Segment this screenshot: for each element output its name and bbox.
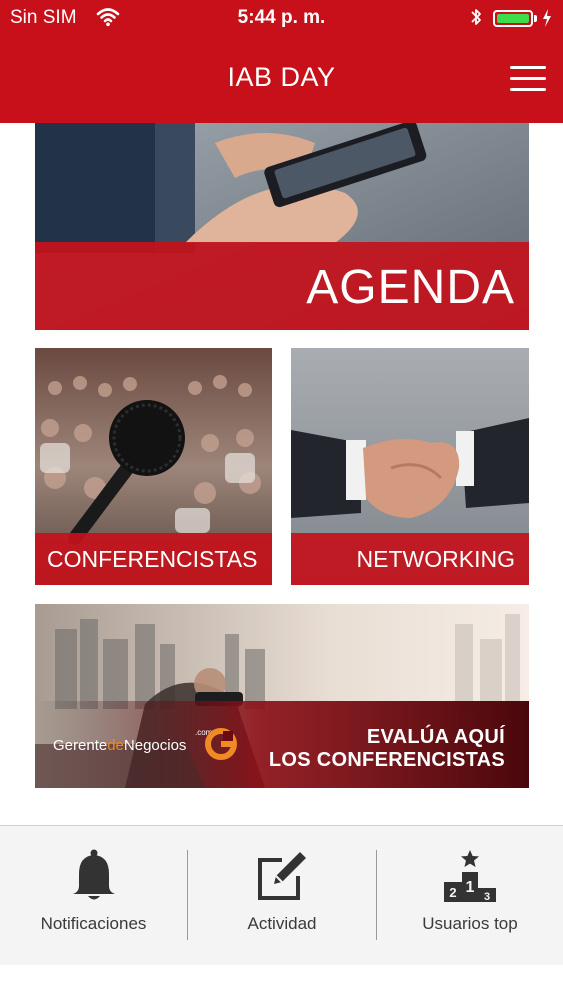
networking-banner: NETWORKING: [291, 533, 529, 585]
networking-label: NETWORKING: [356, 546, 515, 572]
page-title: IAB DAY: [227, 62, 336, 92]
battery-fill: [497, 14, 529, 23]
svg-text:3: 3: [484, 891, 490, 903]
bottom-tab-bar: Notificaciones Actividad 1 2 3 Usuarios …: [0, 825, 563, 965]
evalua-line2: LOS CONFERENCISTAS: [268, 749, 505, 771]
battery-tip: [534, 15, 537, 22]
conferencistas-tile[interactable]: CONFERENCISTAS: [35, 348, 272, 585]
tab-notificaciones[interactable]: Notificaciones: [0, 826, 187, 966]
tab-label-usuarios-top: Usuarios top: [422, 914, 518, 933]
evalua-line1: EVALÚA AQUÍ: [366, 726, 505, 748]
conferencistas-banner: CONFERENCISTAS: [35, 533, 272, 585]
svg-text:1: 1: [466, 879, 475, 896]
tab-label-actividad: Actividad: [247, 914, 317, 933]
tab-usuarios-top[interactable]: 1 2 3 Usuarios top: [377, 826, 563, 966]
svg-text:2: 2: [449, 885, 456, 900]
charging-bolt-icon: [542, 8, 552, 34]
evalua-conferencistas-banner[interactable]: EVALÚA AQUÍ LOS CONFERENCISTAS Gerentede…: [35, 604, 529, 788]
brand-suffix: Negocios: [123, 737, 187, 754]
status-bar: Sin SIM 5:44 p. m.: [0, 0, 563, 36]
agenda-tile[interactable]: AGENDA: [35, 123, 529, 330]
agenda-label: AGENDA: [306, 261, 515, 314]
tab-actividad[interactable]: Actividad: [188, 826, 376, 966]
brand-prefix: Gerente: [53, 737, 108, 754]
podium-icon: 1 2 3: [442, 848, 498, 909]
gerente-de-negocios-logo: GerentedeNegocios .com: [53, 728, 212, 754]
edit-icon: [254, 848, 310, 909]
tab-label-notificaciones: Notificaciones: [40, 914, 147, 933]
brand-mid: de: [107, 737, 124, 754]
conferencistas-label: CONFERENCISTAS: [47, 546, 258, 572]
agenda-banner: AGENDA: [35, 242, 529, 330]
battery-icon: [493, 10, 533, 27]
hamburger-menu-icon[interactable]: [510, 66, 546, 92]
bell-icon: [69, 848, 119, 909]
top-bar: Sin SIM 5:44 p. m. IAB DAY: [0, 0, 563, 123]
app-screen: Sin SIM 5:44 p. m. IAB DAY AGENDA CONFER…: [0, 0, 563, 1000]
bluetooth-icon: [470, 7, 482, 33]
networking-tile[interactable]: NETWORKING: [291, 348, 529, 585]
